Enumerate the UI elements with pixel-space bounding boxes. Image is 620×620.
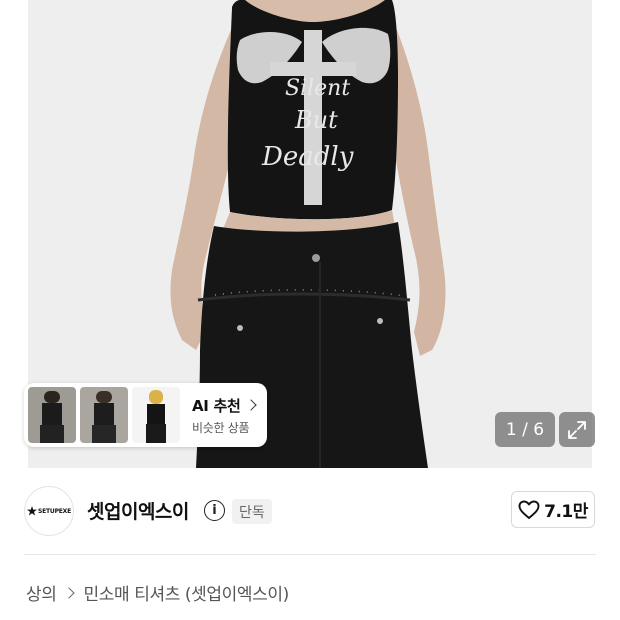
ai-recommendation-title: AI 추천: [192, 396, 241, 415]
product-image-carousel[interactable]: Silent But Deadly AI 추천 비슷한 상품 1 / 6: [0, 0, 620, 468]
product-detail-page: Silent But Deadly AI 추천 비슷한 상품 1 / 6 SET…: [0, 0, 620, 620]
expand-image-button[interactable]: [559, 412, 595, 447]
like-count: 7.1만: [544, 502, 588, 522]
image-counter: 1 / 6: [495, 412, 555, 447]
print-text-1: Silent: [285, 76, 350, 101]
brand-name[interactable]: 셋업이엑스이: [87, 497, 189, 524]
breadcrumb-subcategory[interactable]: 민소매 티셔츠 (셋업이엑스이): [83, 580, 289, 605]
chevron-right-icon: [244, 399, 257, 411]
recommendation-thumbnail[interactable]: [28, 387, 76, 443]
exclusive-badge: 단독: [232, 499, 272, 524]
ai-recommendation-subtitle: 비슷한 상품: [192, 420, 250, 435]
divider: [24, 554, 596, 555]
recommendation-thumbnail[interactable]: [80, 387, 128, 443]
chevron-right-icon: [63, 586, 76, 599]
print-text-2: But: [294, 106, 338, 134]
recommendation-thumbnail[interactable]: [132, 387, 180, 443]
print-text-3: Deadly: [261, 142, 354, 172]
like-button[interactable]: 7.1만: [511, 491, 595, 528]
brand-row: SETUPEXE 셋업이엑스이 i 단독 7.1만: [0, 468, 620, 556]
breadcrumb-category[interactable]: 상의: [26, 580, 57, 605]
ai-recommendation-text: AI 추천 비슷한 상품: [192, 395, 257, 436]
brand-logo-text: SETUPEXE: [37, 507, 71, 515]
info-icon[interactable]: i: [204, 500, 225, 521]
star-logo-icon: [26, 506, 37, 516]
brand-logo[interactable]: SETUPEXE: [24, 486, 74, 536]
expand-icon: [568, 420, 586, 439]
breadcrumb: 상의 민소매 티셔츠 (셋업이엑스이): [26, 580, 289, 605]
heart-icon: [518, 500, 540, 519]
ai-recommendation-card[interactable]: AI 추천 비슷한 상품: [24, 383, 267, 447]
